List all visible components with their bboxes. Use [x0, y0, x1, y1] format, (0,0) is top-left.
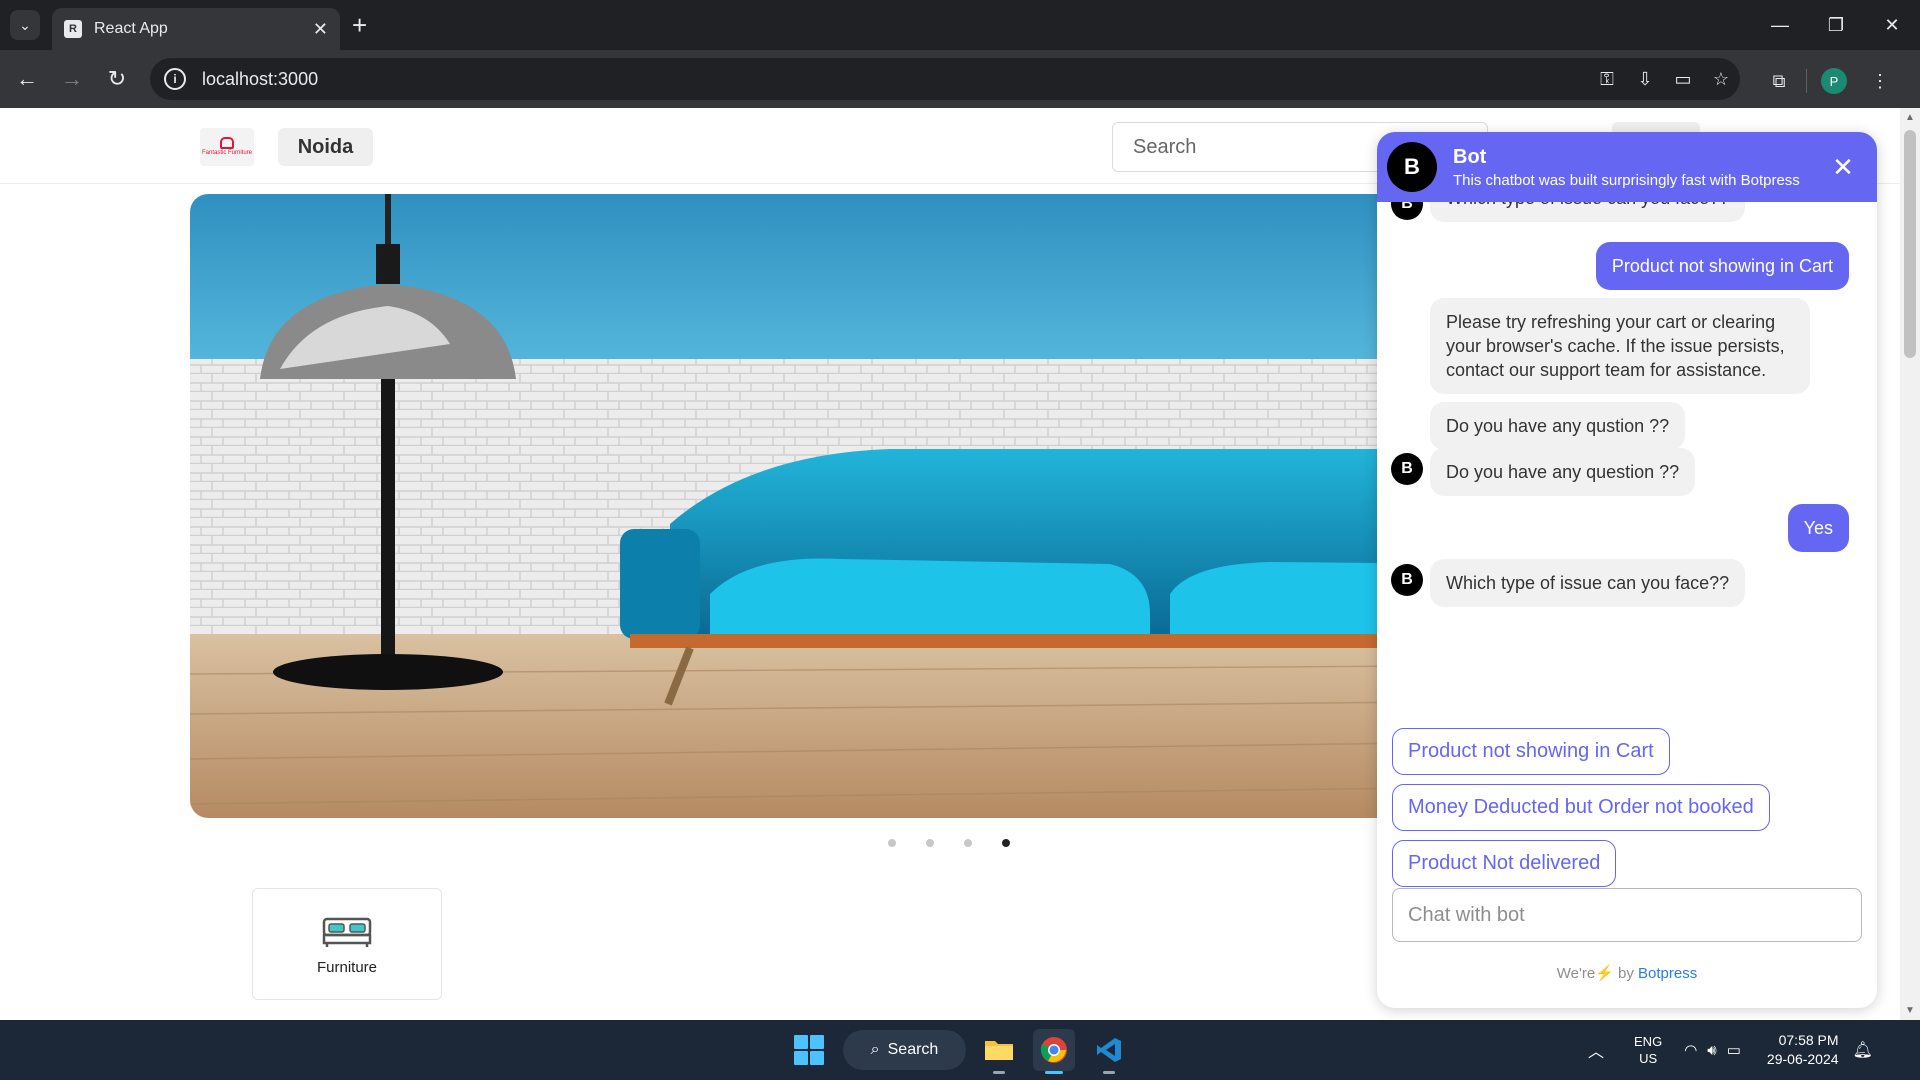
show-hidden-icons-icon[interactable]: ︿	[1588, 1038, 1604, 1062]
vscode-icon[interactable]	[1088, 1029, 1130, 1074]
wifi-icon[interactable]: ◠	[1684, 1041, 1697, 1059]
bot-message: Which type of issue can you face??	[1430, 559, 1746, 607]
tab-search-icon[interactable]: ⌄	[10, 10, 40, 40]
carousel-dot[interactable]	[888, 839, 896, 847]
chat-header: B Bot This chatbot was built surprisingl…	[1377, 132, 1877, 202]
close-window-icon[interactable]: ✕	[1864, 0, 1920, 50]
carousel-dot-active[interactable]	[1002, 839, 1010, 847]
bot-message-avatar: B	[1391, 453, 1423, 485]
forward-icon[interactable]: →	[55, 62, 89, 96]
install-app-icon[interactable]: ⇩	[1626, 60, 1664, 98]
category-card-furniture[interactable]: Furniture	[252, 888, 442, 1000]
new-tab-icon[interactable]: +	[352, 10, 367, 40]
system-tray: ︿ ENG US ◠ 🔊︎ ▭ 07:58 PM 29-06-2024 🔔︎	[1588, 1020, 1873, 1080]
bot-message: Please try refreshing your cart or clear…	[1430, 298, 1810, 394]
bot-message-avatar: B	[1391, 202, 1423, 220]
extensions-icon[interactable]: ⧉	[1760, 62, 1798, 100]
tab-title: React App	[94, 20, 168, 37]
carousel-dot[interactable]	[964, 839, 972, 847]
clock[interactable]: 07:58 PM 29-06-2024	[1767, 1031, 1839, 1069]
restore-icon[interactable]: ❐	[1808, 0, 1864, 50]
language-code: ENG	[1634, 1034, 1663, 1049]
chat-header-titles: Bot This chatbot was built surprisingly …	[1453, 146, 1823, 189]
minimize-icon[interactable]: —	[1752, 0, 1808, 50]
user-message: Product not showing in Cart	[1595, 242, 1849, 290]
scroll-up-icon[interactable]: ▲	[1905, 112, 1915, 123]
chatbot-widget: B Bot This chatbot was built surprisingl…	[1377, 132, 1877, 1008]
powered-by-text: by	[1618, 965, 1634, 982]
reload-icon[interactable]: ↻	[100, 62, 134, 96]
back-icon[interactable]: ←	[10, 62, 44, 96]
file-explorer-icon[interactable]	[978, 1029, 1020, 1074]
category-label: Furniture	[316, 958, 378, 976]
taskbar-search-label: Search	[887, 1041, 939, 1058]
scroll-down-icon[interactable]: ▼	[1905, 1005, 1915, 1016]
powered-by: We're⚡ by Botpress	[1377, 964, 1877, 982]
extension-area: ⧉ P ⋮	[1760, 62, 1899, 100]
page-scrollbar[interactable]: ▲ ▼	[1900, 108, 1920, 1020]
lightning-bolt-icon: ⚡	[1595, 965, 1614, 982]
site-logo[interactable]: Fantastic Furniture	[200, 128, 254, 166]
browser-toolbar: ← → ↻ i localhost:3000 ⚿ ⇩ ▭ ☆ ⧉ P ⋮	[0, 50, 1920, 108]
app-active-indicator	[1045, 1071, 1063, 1074]
bot-message: Do you have any qustion ??	[1430, 402, 1686, 450]
region-code: US	[1639, 1051, 1658, 1066]
taskbar-search-button[interactable]: ⌕ Search	[843, 1030, 966, 1070]
profile-button[interactable]: P	[1815, 62, 1853, 100]
window-controls: — ❐ ✕	[1752, 0, 1920, 50]
address-bar[interactable]: i localhost:3000 ⚿ ⇩ ▭ ☆	[150, 58, 1740, 100]
bot-name: Bot	[1453, 145, 1487, 168]
clock-time: 07:58 PM	[1778, 1032, 1839, 1048]
app-running-indicator	[993, 1071, 1005, 1074]
menu-kebab-icon[interactable]: ⋮	[1861, 62, 1899, 100]
logo-mark-icon	[220, 137, 234, 149]
choice-button[interactable]: Product Not delivered	[1392, 840, 1617, 887]
choice-button[interactable]: Product not showing in Cart	[1392, 728, 1670, 775]
clock-date: 29-06-2024	[1766, 1051, 1839, 1067]
powered-prefix: We're	[1556, 965, 1596, 982]
payment-card-icon[interactable]: ▭	[1664, 60, 1702, 98]
profile-avatar: P	[1821, 68, 1847, 94]
carousel-dot[interactable]	[926, 839, 934, 847]
windows-start-icon[interactable]	[794, 1035, 824, 1065]
windows-taskbar: ⌕ Search ︿ ENG US ◠ 🔊︎ ▭ 07:58 PM 29-06-…	[0, 1020, 1920, 1080]
bot-message-avatar: B	[1391, 564, 1423, 596]
logo-text: Fantastic Furniture	[201, 150, 253, 156]
location-button[interactable]: Noida	[278, 128, 373, 166]
browser-tab[interactable]: R React App ✕	[52, 8, 340, 50]
botpress-link[interactable]: Botpress	[1638, 965, 1697, 982]
close-tab-icon[interactable]: ✕	[313, 19, 328, 40]
close-icon[interactable]: ✕	[1823, 147, 1863, 187]
choice-button[interactable]: Money Deducted but Order not booked	[1392, 784, 1770, 831]
bot-avatar: B	[1387, 142, 1437, 192]
chrome-icon[interactable]	[1033, 1029, 1075, 1074]
scroll-thumb[interactable]	[1904, 130, 1916, 358]
toolbar-divider	[1806, 69, 1807, 93]
notification-bell-icon[interactable]: 🔔︎	[1853, 1040, 1873, 1060]
react-favicon-icon: R	[64, 20, 82, 38]
chat-input[interactable]	[1392, 888, 1862, 942]
carousel-dots	[888, 839, 1010, 847]
site-info-icon[interactable]: i	[164, 68, 186, 90]
search-icon: ⌕	[870, 1041, 880, 1058]
chat-messages: B Which type of issue can you face?? Pro…	[1377, 202, 1877, 718]
browser-tab-strip: ⌄ R React App ✕ + — ❐ ✕	[0, 0, 1920, 50]
app-running-indicator	[1103, 1071, 1115, 1074]
bot-message: Do you have any question ??	[1430, 448, 1696, 496]
quick-reply-choices: Product not showing in Cart Money Deduct…	[1392, 728, 1770, 887]
page-viewport: Fantastic Furniture Noida Search Furnitu…	[0, 108, 1920, 1020]
bed-icon	[322, 917, 372, 947]
volume-icon[interactable]: 🔊︎	[1707, 1042, 1716, 1059]
language-indicator[interactable]: ENG US	[1634, 1033, 1662, 1067]
bookmark-star-icon[interactable]: ☆	[1702, 60, 1740, 98]
bot-message: Which type of issue can you face??	[1430, 202, 1746, 222]
bot-description: This chatbot was built surprisingly fast…	[1453, 171, 1800, 189]
battery-icon[interactable]: ▭	[1727, 1041, 1741, 1059]
user-message: Yes	[1787, 504, 1849, 552]
password-key-icon[interactable]: ⚿	[1588, 60, 1626, 98]
url-text[interactable]: localhost:3000	[202, 69, 1588, 90]
